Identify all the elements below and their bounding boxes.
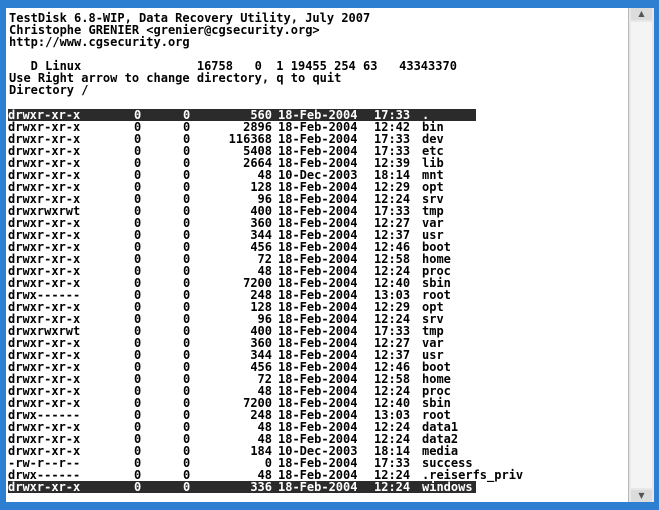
file-size: 336 (250, 480, 272, 494)
arrow-up-icon[interactable]: ▲ (631, 8, 652, 20)
help-suffix: to quit (283, 71, 342, 85)
scroll-track[interactable] (631, 22, 652, 488)
current-directory: Directory / (9, 83, 89, 97)
help-mid: arrow to change directory, (74, 71, 277, 85)
arrow-down-icon[interactable]: ▼ (631, 490, 652, 502)
window-frame: TestDisk 6.8-WIP, Data Recovery Utility,… (0, 0, 659, 510)
file-uid: 0 (134, 480, 142, 494)
file-time: 12:24 (374, 480, 411, 494)
file-date: 18-Feb-2004 (278, 480, 358, 494)
terminal-screen[interactable]: TestDisk 6.8-WIP, Data Recovery Utility,… (6, 8, 628, 502)
vertical-scrollbar[interactable]: ▲ ▼ (628, 8, 654, 502)
file-perm: drwxr-xr-x (8, 480, 81, 494)
file-size: 184 (250, 444, 272, 458)
file-name: windows (422, 480, 473, 494)
file-gid: 0 (183, 480, 191, 494)
file-row[interactable]: drwxr-xr-x 0 0 336 18-Feb-2004 12:24 windows (8, 481, 476, 493)
help-key-q: q (276, 71, 284, 85)
website-line: http://www.cgsecurity.org (9, 35, 190, 49)
